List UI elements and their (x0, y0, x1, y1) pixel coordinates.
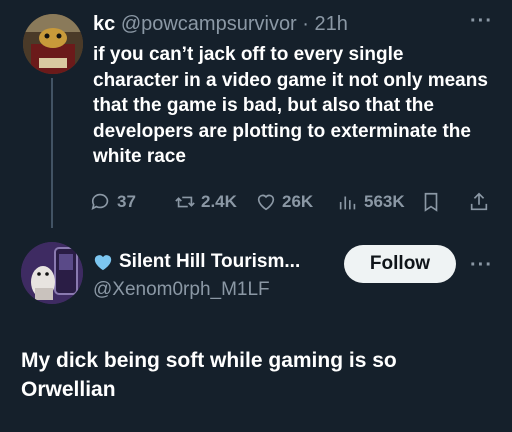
display-name[interactable]: Silent Hill Tourism... (93, 251, 300, 273)
bookmark-icon (424, 192, 438, 212)
display-name-text: Silent Hill Tourism... (119, 251, 301, 272)
like-icon (257, 194, 275, 211)
tweet-text: if you can’t jack off to every single ch… (93, 44, 488, 167)
share-button[interactable] (468, 190, 490, 214)
views-button[interactable]: 563K (337, 190, 405, 214)
handle[interactable]: @Xenom0rph_M1LF (93, 279, 270, 301)
blue-heart-icon (94, 255, 112, 271)
view-count: 563K (364, 192, 405, 211)
reply-icon (91, 193, 109, 210)
tweet-actions: 37 2.4K 26K 563K (90, 190, 490, 214)
avatar-image (23, 14, 83, 74)
reply-button[interactable]: 37 (90, 190, 136, 214)
display-name[interactable]: kc (93, 13, 115, 35)
like-count: 26K (282, 192, 314, 211)
retweet-button[interactable]: 2.4K (174, 190, 237, 214)
more-icon[interactable]: ··· (470, 10, 493, 33)
separator: · (302, 13, 309, 35)
like-button[interactable]: 26K (255, 190, 313, 214)
avatar[interactable] (23, 14, 83, 74)
handle[interactable]: @powcampsurvivor (121, 13, 297, 35)
share-icon (470, 192, 488, 211)
avatar[interactable] (21, 242, 83, 304)
bookmark-button[interactable] (420, 190, 442, 214)
thread-line (51, 78, 53, 228)
timestamp[interactable]: 21h (315, 13, 348, 35)
tweet-header: kc @powcampsurvivor · 21h (93, 11, 348, 37)
retweet-icon (175, 196, 195, 208)
more-icon[interactable]: ··· (470, 254, 493, 277)
views-icon (339, 196, 356, 210)
avatar-image (21, 242, 83, 304)
reply-count: 37 (117, 192, 136, 211)
tweet-text: My dick being soft while gaming is so Or… (21, 349, 397, 401)
follow-button[interactable]: Follow (344, 245, 456, 283)
retweet-count: 2.4K (201, 192, 237, 211)
